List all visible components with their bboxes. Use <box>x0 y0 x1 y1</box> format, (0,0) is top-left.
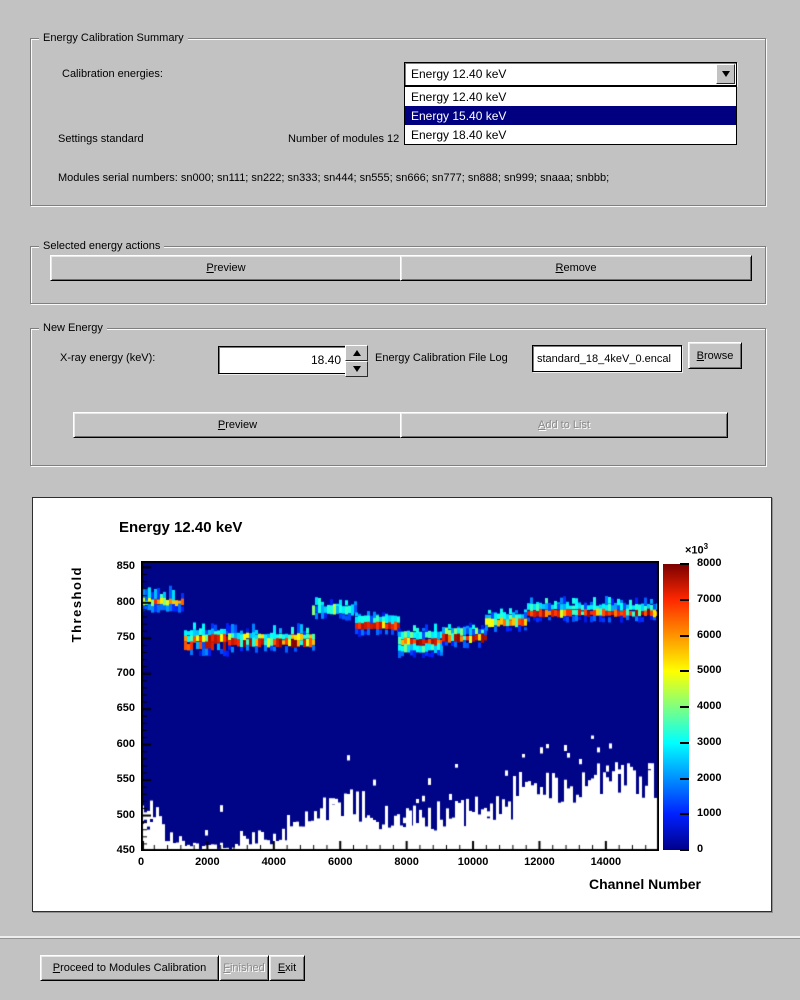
proceed-button[interactable]: Proceed to Modules Calibration <box>40 955 219 981</box>
colorbar-tick-label: 8000 <box>697 557 721 569</box>
x-tick-label: 2000 <box>177 856 237 868</box>
colorbar-tick <box>680 706 689 708</box>
colorbar-tick-label: 0 <box>697 843 703 855</box>
y-tick-label: 450 <box>97 844 135 856</box>
colorbar-tick <box>680 635 689 637</box>
x-axis-label: Channel Number <box>441 876 701 892</box>
proceed-label: Proceed to Modules Calibration <box>53 962 206 974</box>
calibration-energy-combobox[interactable]: Energy 12.40 keV <box>404 62 737 86</box>
modules-serial-numbers-label: Modules serial numbers: sn000; sn111; sn… <box>58 171 609 185</box>
colorbar-tick <box>680 813 689 815</box>
preview-selected-button[interactable]: Preview <box>50 255 402 281</box>
arrow-down-icon <box>353 366 361 372</box>
browse-button[interactable]: Browse <box>688 342 742 369</box>
colorbar-scale-label: ×103 <box>685 542 708 557</box>
finished-button[interactable]: Finished <box>219 955 269 981</box>
x-tick-label: 6000 <box>310 856 370 868</box>
plot-title: Energy 12.40 keV <box>119 519 242 536</box>
summary-group-title: Energy Calibration Summary <box>39 31 188 45</box>
file-log-field <box>532 345 682 372</box>
exit-button[interactable]: Exit <box>269 955 305 981</box>
add-to-list-label: Add to List <box>538 419 590 431</box>
y-tick-label: 650 <box>97 702 135 714</box>
new-energy-group-title: New Energy <box>39 321 107 335</box>
heatmap-canvas <box>141 561 659 851</box>
xray-energy-input[interactable] <box>219 347 345 373</box>
combobox-value: Energy 12.40 keV <box>411 63 506 85</box>
dropdown-item-1[interactable]: Energy 15.40 keV <box>405 106 736 125</box>
colorbar-tick-label: 7000 <box>697 593 721 605</box>
colorbar-tick-label: 5000 <box>697 664 721 676</box>
remove-button[interactable]: Remove <box>400 255 752 281</box>
preview-new-button[interactable]: Preview <box>73 412 402 438</box>
dropdown-item-0[interactable]: Energy 12.40 keV <box>405 87 736 106</box>
xray-energy-label: X-ray energy (keV): <box>60 351 155 365</box>
colorbar-tick-label: 2000 <box>697 772 721 784</box>
combobox-dropdown-button[interactable] <box>716 64 735 84</box>
colorbar-tick <box>680 599 689 601</box>
exit-label: Exit <box>278 962 296 974</box>
finished-label: Finished <box>223 962 265 974</box>
actions-group-title: Selected energy actions <box>39 239 164 253</box>
colorbar-tick <box>680 563 689 565</box>
plot-panel: Energy 12.40 keV Threshold Channel Numbe… <box>32 497 772 912</box>
x-tick-label: 8000 <box>377 856 437 868</box>
colorbar-tick-label: 3000 <box>697 736 721 748</box>
file-log-label: Energy Calibration File Log <box>375 351 508 365</box>
y-tick-label: 750 <box>97 631 135 643</box>
y-axis-label: Threshold <box>69 566 84 642</box>
settings-standard-label: Settings standard <box>58 132 144 146</box>
add-to-list-button[interactable]: Add to List <box>400 412 728 438</box>
browse-label: Browse <box>697 350 734 362</box>
spin-up-button[interactable] <box>345 345 368 361</box>
colorbar-tick <box>680 849 689 851</box>
file-log-input[interactable] <box>533 346 681 371</box>
colorbar-tick <box>680 778 689 780</box>
x-tick-label: 12000 <box>509 856 569 868</box>
x-tick-label: 0 <box>111 856 171 868</box>
preview-new-label: Preview <box>218 419 257 431</box>
colorbar-tick <box>680 742 689 744</box>
dropdown-item-2[interactable]: Energy 18.40 keV <box>405 125 736 144</box>
y-tick-label: 500 <box>97 809 135 821</box>
arrow-up-icon <box>353 350 361 356</box>
y-tick-label: 800 <box>97 596 135 608</box>
colorbar-tick-label: 6000 <box>697 629 721 641</box>
remove-label: Remove <box>556 262 597 274</box>
x-tick-label: 14000 <box>576 856 636 868</box>
energy-dropdown-list: Energy 12.40 keVEnergy 15.40 keVEnergy 1… <box>404 86 737 145</box>
colorbar-tick-label: 1000 <box>697 807 721 819</box>
x-tick-label: 4000 <box>244 856 304 868</box>
y-tick-label: 600 <box>97 738 135 750</box>
y-tick-label: 550 <box>97 773 135 785</box>
footer-separator <box>0 936 800 939</box>
chevron-down-icon <box>722 71 730 77</box>
y-tick-label: 700 <box>97 667 135 679</box>
xray-energy-spinbox <box>218 346 346 374</box>
colorbar-tick-label: 4000 <box>697 700 721 712</box>
y-tick-label: 850 <box>97 560 135 572</box>
calibration-energies-label: Calibration energies: <box>62 67 163 81</box>
colorbar-tick <box>680 670 689 672</box>
number-of-modules-label: Number of modules 12 <box>288 132 399 146</box>
spin-down-button[interactable] <box>345 361 368 377</box>
x-tick-label: 10000 <box>443 856 503 868</box>
preview-selected-label: Preview <box>206 262 245 274</box>
